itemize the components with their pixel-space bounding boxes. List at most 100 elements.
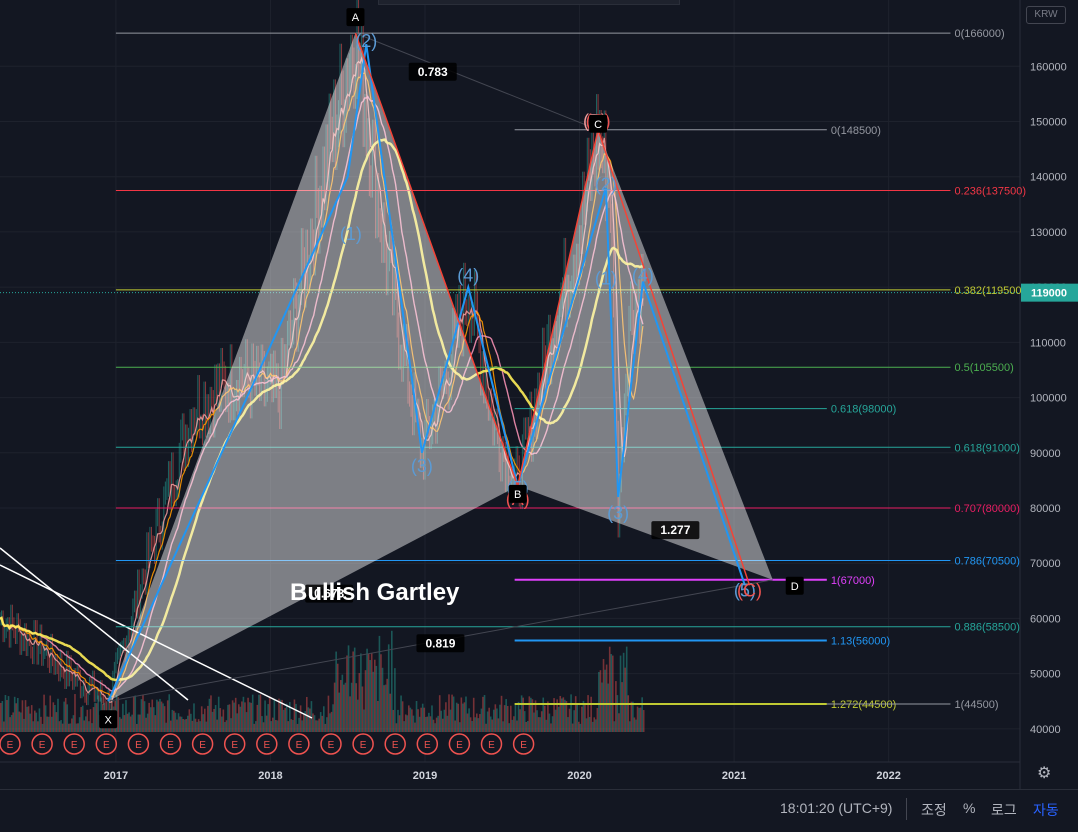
volume-bar — [542, 697, 545, 732]
currency-label[interactable]: KRW — [1026, 6, 1066, 24]
volume-bar — [632, 701, 634, 732]
volume-bar — [539, 717, 541, 732]
volume-bar — [582, 700, 585, 732]
volume-bar — [499, 704, 501, 732]
time-tick-label: 2019 — [413, 770, 437, 782]
wave-label: (1) — [595, 268, 617, 288]
volume-bar — [89, 709, 92, 732]
volume-bar — [262, 722, 265, 732]
volume-bar — [557, 706, 560, 732]
volume-bar — [380, 654, 382, 732]
volume-bar — [310, 701, 313, 732]
volume-bar — [13, 696, 16, 732]
volume-bar — [64, 697, 67, 732]
fib-level-label: 0(166000) — [954, 28, 1004, 40]
earnings-marker-label: E — [424, 740, 431, 751]
volume-bar — [219, 708, 222, 732]
ratio-label: 1.277 — [660, 523, 690, 537]
volume-bar — [81, 705, 84, 732]
volume-bar — [315, 720, 317, 732]
volume-bar — [187, 715, 189, 732]
volume-bar — [428, 712, 430, 732]
fib-level-label: 0.618(91000) — [954, 442, 1019, 454]
volume-bar — [207, 705, 209, 732]
earnings-marker-label: E — [263, 740, 270, 751]
volume-bar — [94, 702, 96, 732]
volume-bar — [523, 711, 526, 732]
volume-bar — [568, 708, 571, 732]
volume-bar — [214, 705, 217, 732]
volume-bar — [199, 721, 201, 732]
volume-bar — [166, 700, 169, 732]
volume-bar — [227, 704, 229, 732]
fib-level-label: 0.707(80000) — [954, 503, 1019, 515]
volume-bar — [374, 659, 376, 732]
earnings-marker-label: E — [360, 740, 367, 751]
volume-bar — [324, 723, 327, 732]
volume-bar — [326, 717, 328, 732]
auto-button[interactable]: 자동 — [1033, 800, 1059, 820]
percent-button[interactable]: % — [963, 800, 975, 816]
price-tick-label: 50000 — [1030, 669, 1061, 681]
volume-bar — [117, 697, 120, 732]
volume-bar — [128, 712, 130, 732]
volume-bar — [29, 713, 31, 732]
volume-bar — [88, 721, 90, 732]
volume-bar — [516, 720, 518, 732]
volume-bar — [41, 723, 44, 732]
volume-bar — [466, 713, 469, 732]
volume-bar — [358, 673, 361, 732]
volume-bar — [204, 708, 206, 732]
volume-bar — [545, 719, 548, 732]
volume-bar — [54, 704, 56, 732]
volume-bar — [321, 715, 324, 732]
gear-icon[interactable]: ⚙ — [1037, 763, 1051, 783]
volume-bar — [429, 716, 432, 732]
volume-bar — [273, 700, 276, 732]
volume-bar — [21, 700, 24, 732]
volume-bar — [27, 706, 30, 732]
volume-bar — [372, 671, 375, 732]
volume-bar — [258, 694, 260, 732]
volume-bar — [579, 723, 582, 732]
volume-bar — [197, 719, 200, 732]
volume-bar — [344, 682, 347, 732]
volume-bar — [638, 707, 640, 732]
log-button[interactable]: 로그 — [991, 800, 1017, 820]
volume-bar — [97, 695, 99, 732]
volume-bar — [596, 708, 599, 732]
volume-bar — [319, 712, 322, 732]
volume-bar — [255, 721, 257, 732]
volume-bar — [18, 711, 21, 732]
volume-bar — [588, 716, 591, 732]
volume-bar — [528, 696, 531, 732]
price-chart[interactable]: 40000 50000 60000 70000 80000 90000 100000 1100… — [0, 0, 1078, 789]
volume-bar — [432, 719, 435, 732]
volume-bar — [598, 672, 600, 732]
adjust-button[interactable]: 조정 — [921, 800, 947, 820]
volume-bar — [491, 719, 494, 732]
volume-bar — [551, 716, 554, 732]
price-tick-label: 70000 — [1030, 558, 1061, 570]
volume-bar — [190, 713, 192, 732]
volume-bar — [525, 721, 528, 732]
time-tick-label: 2018 — [258, 770, 282, 782]
volume-bar — [3, 721, 5, 732]
volume-bar — [268, 696, 271, 732]
price-tick-label: 100000 — [1030, 393, 1067, 405]
volume-bar — [440, 710, 443, 732]
volume-bar — [71, 718, 73, 732]
volume-bar — [437, 715, 439, 732]
time-tick-label: 2017 — [104, 770, 128, 782]
volume-bar — [160, 701, 163, 732]
volume-bar — [40, 716, 42, 732]
volume-bar — [448, 694, 450, 732]
volume-bar — [471, 720, 473, 732]
volume-bar — [494, 704, 497, 732]
volume-bar — [641, 697, 643, 732]
volume-bar — [162, 703, 164, 732]
volume-bar — [361, 686, 364, 732]
volume-bar — [55, 712, 58, 732]
volume-bar — [438, 695, 441, 732]
volume-bar — [443, 709, 446, 732]
